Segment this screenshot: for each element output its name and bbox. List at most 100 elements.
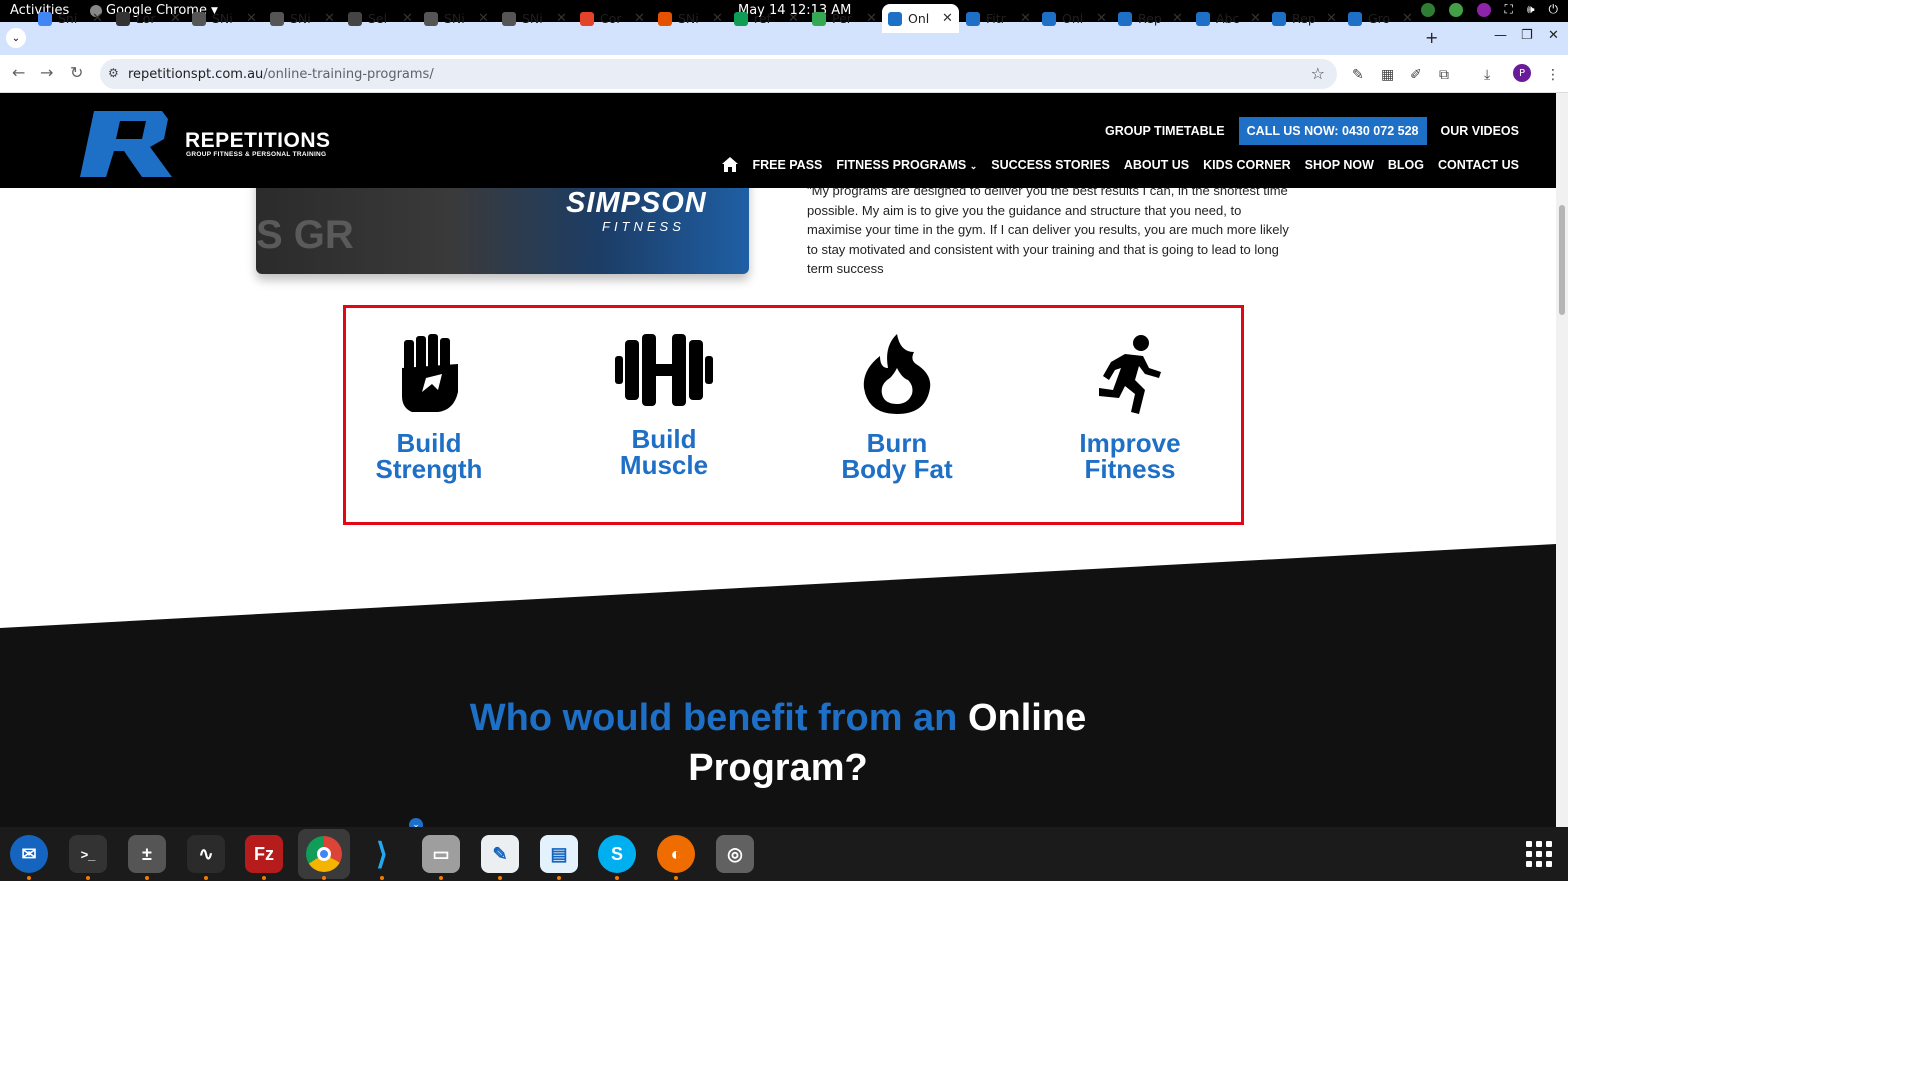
- browser-tab[interactable]: Gro ✕: [1348, 4, 1413, 33]
- pen-extension-icon[interactable]: ✐: [1410, 67, 1422, 83]
- close-tab-icon[interactable]: ✕: [402, 11, 413, 26]
- browser-tab[interactable]: Per ✕: [812, 4, 877, 33]
- browser-tab[interactable]: Onl ✕: [1042, 4, 1107, 33]
- close-tab-icon[interactable]: ✕: [1402, 11, 1413, 26]
- close-tab-icon[interactable]: ✕: [324, 11, 335, 26]
- close-tab-icon[interactable]: ✕: [478, 11, 489, 26]
- tab-search-button[interactable]: ⌄: [6, 28, 26, 48]
- page-scrollbar[interactable]: [1556, 93, 1568, 827]
- filezilla-icon[interactable]: Fz: [245, 835, 283, 873]
- close-tab-icon[interactable]: ✕: [788, 11, 799, 26]
- volume-icon[interactable]: 🕪: [1527, 2, 1535, 17]
- browser-tab[interactable]: Rep ✕: [1118, 4, 1183, 33]
- eyedropper-extension-icon[interactable]: ✎: [1352, 67, 1364, 83]
- close-tab-icon[interactable]: ✕: [1172, 11, 1183, 26]
- profile-avatar[interactable]: P: [1513, 64, 1531, 82]
- nav-about-us[interactable]: ABOUT US: [1124, 158, 1189, 172]
- nav-shop-now[interactable]: SHOP NOW: [1305, 158, 1374, 172]
- close-tab-icon[interactable]: ✕: [634, 11, 645, 26]
- call-us-button[interactable]: CALL US NOW: 0430 072 528: [1238, 117, 1427, 145]
- flame-app-icon[interactable]: ◐: [657, 835, 695, 873]
- browser-tab[interactable]: SNi ✕: [270, 4, 335, 33]
- section-headline: Who would benefit from an Online Program…: [0, 693, 1556, 793]
- system-monitor-icon[interactable]: ∿: [187, 835, 225, 873]
- disk-utility-icon[interactable]: ◎: [716, 835, 754, 873]
- browser-tab[interactable]: Lor ✕: [116, 4, 181, 33]
- home-icon[interactable]: [722, 157, 739, 172]
- scroll-chevron-icon[interactable]: ⌄: [409, 818, 423, 827]
- calendar-extension-icon[interactable]: ▦: [1381, 67, 1394, 83]
- forward-icon[interactable]: →: [40, 63, 53, 82]
- browser-tab[interactable]: Abc ✕: [1196, 4, 1261, 33]
- menu-kebab-icon[interactable]: ⋮: [1546, 67, 1560, 83]
- close-tab-icon[interactable]: ✕: [1096, 11, 1107, 26]
- nav-kids-corner[interactable]: KIDS CORNER: [1203, 158, 1291, 172]
- close-tab-icon[interactable]: ✕: [866, 11, 877, 26]
- dumbbell-icon: [615, 334, 713, 406]
- power-icon[interactable]: ⏻: [1549, 2, 1559, 17]
- benefit-label: Burn Body Fat: [797, 430, 997, 482]
- close-tab-icon[interactable]: ✕: [1250, 11, 1261, 26]
- chrome-icon[interactable]: [298, 829, 350, 879]
- close-tab-icon[interactable]: ✕: [170, 11, 181, 26]
- browser-tab[interactable]: Rep ✕: [1272, 4, 1337, 33]
- site-info-icon[interactable]: ⚙: [108, 66, 119, 80]
- close-tab-icon[interactable]: ✕: [1326, 11, 1337, 26]
- reload-icon[interactable]: ↻: [70, 63, 83, 82]
- browser-tab[interactable]: SNi ✕: [192, 4, 257, 33]
- minimize-icon[interactable]: —: [1494, 28, 1507, 43]
- download-icon[interactable]: ⤓: [1484, 67, 1490, 83]
- close-tab-icon[interactable]: ✕: [246, 11, 257, 26]
- browser-tab[interactable]: Sel ✕: [348, 4, 413, 33]
- close-tab-icon[interactable]: ✕: [556, 11, 567, 26]
- new-tab-button[interactable]: +: [1425, 28, 1438, 47]
- skype-icon[interactable]: S: [598, 835, 636, 873]
- repetitions-logo-icon[interactable]: [80, 111, 174, 177]
- status-app-icon[interactable]: [1420, 2, 1435, 17]
- show-apps-grid-icon[interactable]: [1526, 841, 1552, 867]
- system-tray[interactable]: ⛶ 🕪 ⏻: [1420, 2, 1559, 17]
- browser-tab[interactable]: SNi ✕: [502, 4, 567, 33]
- network-icon[interactable]: ⛶: [1505, 2, 1513, 17]
- nav-free-pass[interactable]: FREE PASS: [752, 158, 822, 172]
- nav-blog[interactable]: BLOG: [1388, 158, 1424, 172]
- extension-tray-icon[interactable]: [1476, 2, 1491, 17]
- text-editor-icon[interactable]: ✎: [481, 835, 519, 873]
- nav-contact-us[interactable]: CONTACT US: [1438, 158, 1519, 172]
- running-indicator: [439, 876, 443, 880]
- terminal-icon[interactable]: >_: [69, 835, 107, 873]
- files-icon[interactable]: ▭: [422, 835, 460, 873]
- group-timetable-link[interactable]: GROUP TIMETABLE: [1105, 124, 1225, 138]
- vscode-icon[interactable]: ⟩: [363, 835, 401, 873]
- maximize-icon[interactable]: ❐: [1521, 28, 1533, 43]
- browser-tab[interactable]: ref ✕: [734, 4, 799, 33]
- close-tab-icon[interactable]: ✕: [942, 11, 953, 26]
- address-bar[interactable]: ⚙ repetitionspt.com.au/online-training-p…: [100, 59, 1337, 89]
- browser-tab[interactable]: Sni ✕: [38, 4, 103, 33]
- site-icon: [1196, 11, 1210, 26]
- close-tab-icon[interactable]: ✕: [1020, 11, 1031, 26]
- nav-fitness-programs[interactable]: FITNESS PROGRAMS ⌄: [836, 158, 977, 172]
- browser-tab[interactable]: Onl ✕: [882, 4, 959, 33]
- close-window-icon[interactable]: ✕: [1548, 28, 1559, 43]
- close-tab-icon[interactable]: ✕: [712, 11, 723, 26]
- thunderbird-icon[interactable]: ✉: [10, 835, 48, 873]
- back-icon[interactable]: ←: [12, 63, 25, 82]
- main-nav: FREE PASS FITNESS PROGRAMS ⌄ SUCCESS STO…: [722, 157, 1519, 172]
- browser-tab[interactable]: SNi ✕: [424, 4, 489, 33]
- nav-success-stories[interactable]: SUCCESS STORIES: [991, 158, 1110, 172]
- our-videos-link[interactable]: OUR VIDEOS: [1441, 124, 1520, 138]
- logo-wordmark[interactable]: REPETITIONS: [185, 129, 331, 153]
- flame-icon: [863, 334, 931, 414]
- browser-tab[interactable]: Cor ✕: [580, 4, 645, 33]
- bookmark-star-icon[interactable]: ☆: [1311, 64, 1325, 83]
- browser-tab[interactable]: Fitr ✕: [966, 4, 1031, 33]
- libreoffice-writer-icon[interactable]: ▤: [540, 835, 578, 873]
- check-icon[interactable]: [1448, 2, 1463, 17]
- browser-tab[interactable]: SNi ✕: [658, 4, 723, 33]
- calculator-icon[interactable]: ±: [128, 835, 166, 873]
- running-indicator: [86, 876, 90, 880]
- close-tab-icon[interactable]: ✕: [92, 11, 103, 26]
- scrollbar-thumb[interactable]: [1559, 205, 1565, 315]
- extensions-puzzle-icon[interactable]: ⧉: [1439, 67, 1449, 83]
